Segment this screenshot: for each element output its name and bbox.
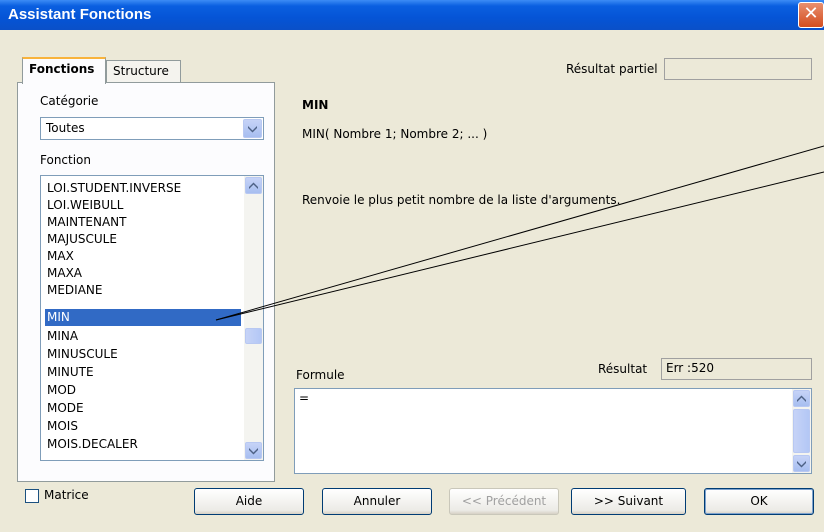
function-wizard-dialog: Assistant Fonctions ✕ Fonctions Structur…: [0, 0, 824, 532]
tab-fonctions[interactable]: Fonctions: [22, 57, 106, 84]
tab-fonctions-label: Fonctions: [29, 62, 95, 76]
annotation-lines: [215, 145, 824, 321]
